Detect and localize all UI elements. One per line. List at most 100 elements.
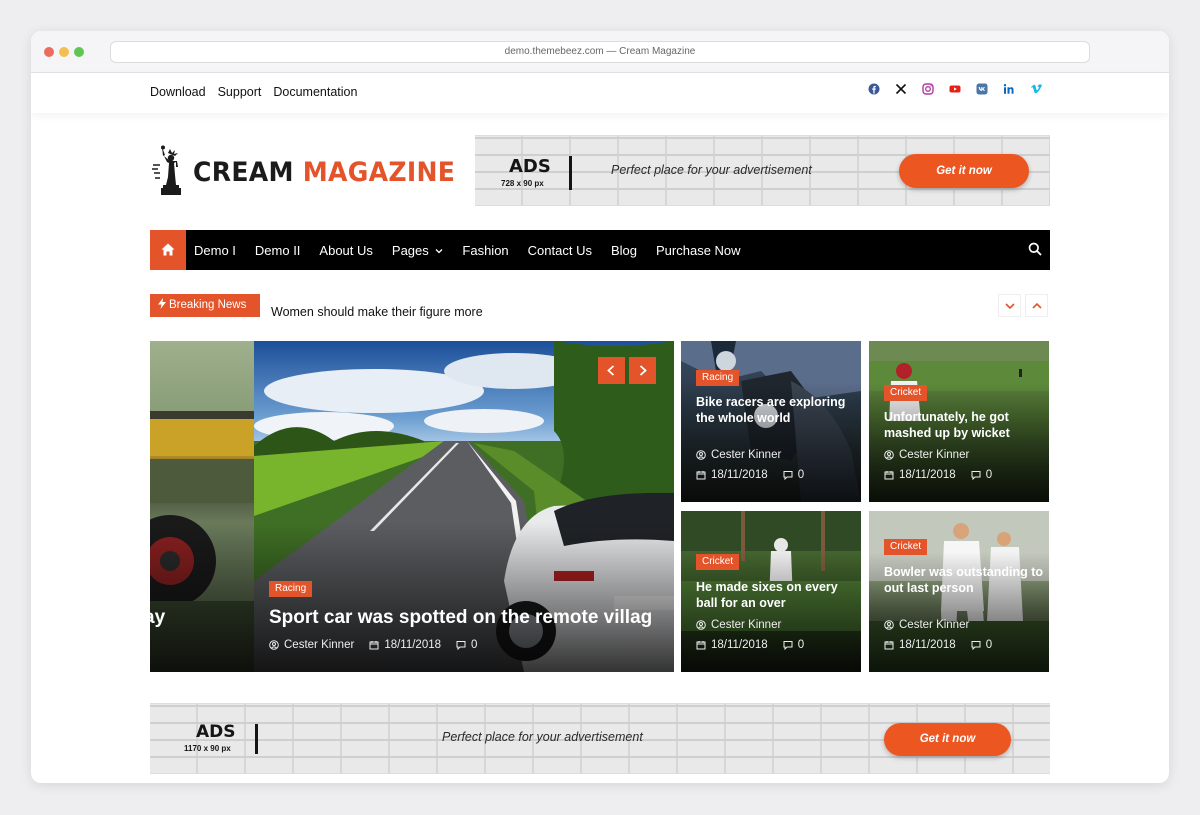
post-card-4[interactable]: Cricket Bowler was outstanding to out la… [869,511,1049,672]
ticker-down-button[interactable] [998,294,1021,317]
card-2-comments[interactable]: 0 [986,469,992,481]
previous-slide-gradient [150,522,254,672]
breaking-news-text: Breaking News [169,299,247,311]
footer-ad-banner[interactable]: ADS 1170 x 90 px Perfect place for your … [150,703,1050,774]
card-4-date: 18/11/2018 [899,639,956,651]
chevron-down-icon [1005,303,1015,310]
slider-prev-button[interactable] [598,357,625,384]
x-icon[interactable] [895,83,907,95]
card-1-category[interactable]: Racing [696,370,740,386]
card-3-comments[interactable]: 0 [798,639,804,651]
previous-slide-title[interactable]: ay [150,607,165,629]
nav-item-fashion[interactable]: Fashion [462,243,508,258]
post-card-2[interactable]: Cricket Unfortunately, he got mashed up … [869,341,1049,502]
ticker-up-button[interactable] [1025,294,1048,317]
logo-text: CREAM MAGAZINE [193,157,455,188]
slider-next-button[interactable] [629,357,656,384]
nav-item-pages[interactable]: Pages [392,243,444,258]
top-links: Download Support Documentation [150,85,357,99]
header-ad-banner[interactable]: ADS 728 x 90 px Perfect place for your a… [475,135,1050,206]
ad-get-it-now-button[interactable]: Get it now [899,154,1029,188]
card-1-date: 18/11/2018 [711,469,768,481]
post-card-1[interactable]: Racing Bike racers are exploring the who… [681,341,861,502]
top-bar: Download Support Documentation [31,73,1169,113]
card-4-category[interactable]: Cricket [884,539,928,555]
ad-label: ADS [509,156,551,177]
card-2-author-row: Cester Kinner [884,449,969,461]
nav-item-demo-2[interactable]: Demo II [255,243,301,258]
user-icon [269,640,279,650]
support-link[interactable]: Support [218,85,262,99]
card-4-date-row: 18/11/2018 0 [884,639,992,651]
instagram-icon[interactable] [922,83,934,95]
comment-icon [783,471,793,480]
search-icon[interactable] [1028,242,1042,256]
card-3-category[interactable]: Cricket [696,554,740,570]
vimeo-icon[interactable] [1030,83,1042,95]
nav-menu: Demo I Demo II About Us Pages Fashion Co… [194,230,741,270]
card-2-title[interactable]: Unfortunately, he got mashed up by wicke… [884,410,1044,441]
calendar-icon [884,471,894,480]
home-button[interactable] [150,230,186,270]
post-card-3[interactable]: Cricket He made sixes on every ball for … [681,511,861,672]
calendar-icon [696,641,706,650]
nav-item-pages-label: Pages [391,242,429,258]
card-1-comments[interactable]: 0 [798,469,804,481]
card-3-gradient [681,552,861,672]
facebook-icon[interactable] [868,83,880,95]
slide-date: 18/11/2018 [384,639,442,651]
card-3-title[interactable]: He made sixes on every ball for an over [696,580,856,611]
comment-icon [456,641,466,650]
download-link[interactable]: Download [150,85,206,99]
previous-slide[interactable]: ay [150,341,254,672]
current-slide[interactable]: Racing Sport car was spotted on the remo… [254,341,674,672]
card-1-date-row: 18/11/2018 0 [696,469,804,481]
slide-title[interactable]: Sport car was spotted on the remote vill… [269,607,652,629]
nav-item-about-us[interactable]: About Us [319,243,372,258]
user-icon [884,450,894,460]
ad-size: 728 x 90 px [501,179,544,188]
nav-item-blog[interactable]: Blog [611,243,637,258]
card-4-title[interactable]: Bowler was outstanding to out last perso… [884,565,1044,596]
comment-icon [971,641,981,650]
footer-ad-get-it-now-button[interactable]: Get it now [884,723,1011,756]
maximize-window-button[interactable] [74,47,84,57]
card-4-author[interactable]: Cester Kinner [899,619,969,631]
address-bar[interactable]: demo.themebeez.com — Cream Magazine [110,41,1090,63]
chevron-down-icon [435,249,443,254]
slide-author[interactable]: Cester Kinner [284,639,354,651]
nav-item-purchase-now[interactable]: Purchase Now [656,243,741,258]
footer-ad-divider [255,724,258,754]
card-2-category[interactable]: Cricket [884,385,928,401]
youtube-icon[interactable] [949,83,961,95]
linkedin-icon[interactable] [1003,83,1015,95]
card-2-author[interactable]: Cester Kinner [899,449,969,461]
card-3-author[interactable]: Cester Kinner [711,619,781,631]
calendar-icon [884,641,894,650]
nav-item-contact-us[interactable]: Contact Us [528,243,592,258]
minimize-window-button[interactable] [59,47,69,57]
nav-item-demo-1[interactable]: Demo I [194,243,236,258]
site-logo[interactable]: CREAM MAGAZINE [150,143,455,199]
slide-comments[interactable]: 0 [471,639,477,651]
card-1-author[interactable]: Cester Kinner [711,449,781,461]
chevron-up-icon [1032,302,1042,309]
documentation-link[interactable]: Documentation [273,85,357,99]
vk-icon[interactable] [976,83,988,95]
chevron-left-icon [607,365,615,376]
breaking-news-label: Breaking News [150,294,260,317]
main-navigation: Demo I Demo II About Us Pages Fashion Co… [150,230,1050,270]
card-3-date-row: 18/11/2018 0 [696,639,804,651]
calendar-icon [369,641,379,650]
breaking-news-headline[interactable]: Women should make their figure more [271,305,483,319]
close-window-button[interactable] [44,47,54,57]
card-1-title[interactable]: Bike racers are exploring the whole worl… [696,395,856,426]
home-icon [161,243,175,256]
calendar-icon [696,471,706,480]
card-4-author-row: Cester Kinner [884,619,969,631]
user-icon [696,450,706,460]
user-icon [884,620,894,630]
card-1-author-row: Cester Kinner [696,449,781,461]
card-4-comments[interactable]: 0 [986,639,992,651]
slide-category-tag[interactable]: Racing [269,581,313,597]
